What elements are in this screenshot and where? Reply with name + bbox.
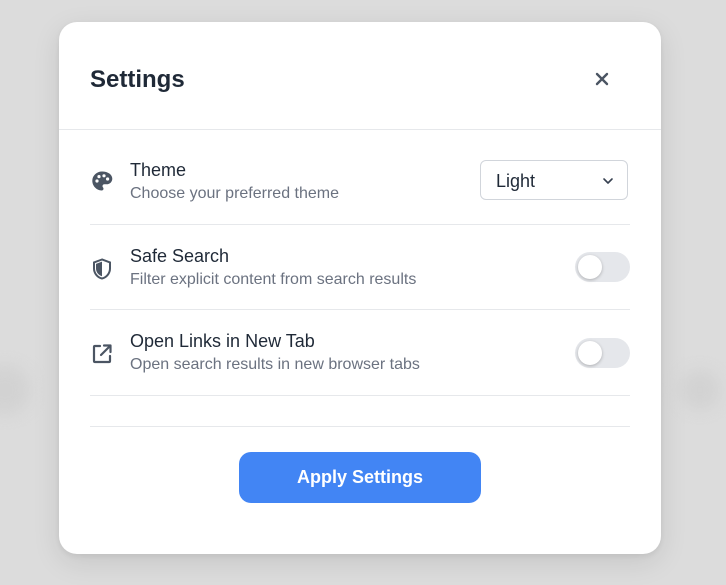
toggle-knob <box>578 341 602 365</box>
palette-icon <box>90 169 114 193</box>
setting-label: Theme <box>130 160 187 180</box>
modal-header: Settings <box>59 22 661 130</box>
footer-divider <box>90 426 630 427</box>
setting-label: Safe Search <box>130 246 230 266</box>
shield-icon <box>90 257 114 281</box>
chevron-down-icon <box>601 174 615 188</box>
setting-row-theme: Theme Choose your preferred theme Light <box>90 129 630 225</box>
background-blur-shape <box>680 370 720 410</box>
external-link-icon <box>90 342 114 366</box>
setting-description: Filter explicit content from search resu… <box>130 271 417 288</box>
setting-row-safe-search: Safe Search Filter explicit content from… <box>90 224 630 310</box>
setting-description: Choose your preferred theme <box>130 185 339 202</box>
apply-settings-button[interactable]: Apply Settings <box>239 452 481 503</box>
modal-title: Settings <box>90 66 185 93</box>
toggle-knob <box>578 255 602 279</box>
background-blur-shape <box>0 365 30 415</box>
setting-description: Open search results in new browser tabs <box>130 356 420 373</box>
safe-search-toggle[interactable] <box>575 252 630 282</box>
close-icon <box>594 71 610 92</box>
theme-select[interactable]: Light <box>480 160 628 200</box>
settings-modal: Settings Theme Choose your preferred the… <box>59 22 661 554</box>
close-button[interactable] <box>586 65 618 97</box>
setting-row-open-links: Open Links in New Tab Open search result… <box>90 309 630 396</box>
open-links-toggle[interactable] <box>575 338 630 368</box>
setting-label: Open Links in New Tab <box>130 331 315 351</box>
theme-select-value: Light <box>496 171 536 191</box>
